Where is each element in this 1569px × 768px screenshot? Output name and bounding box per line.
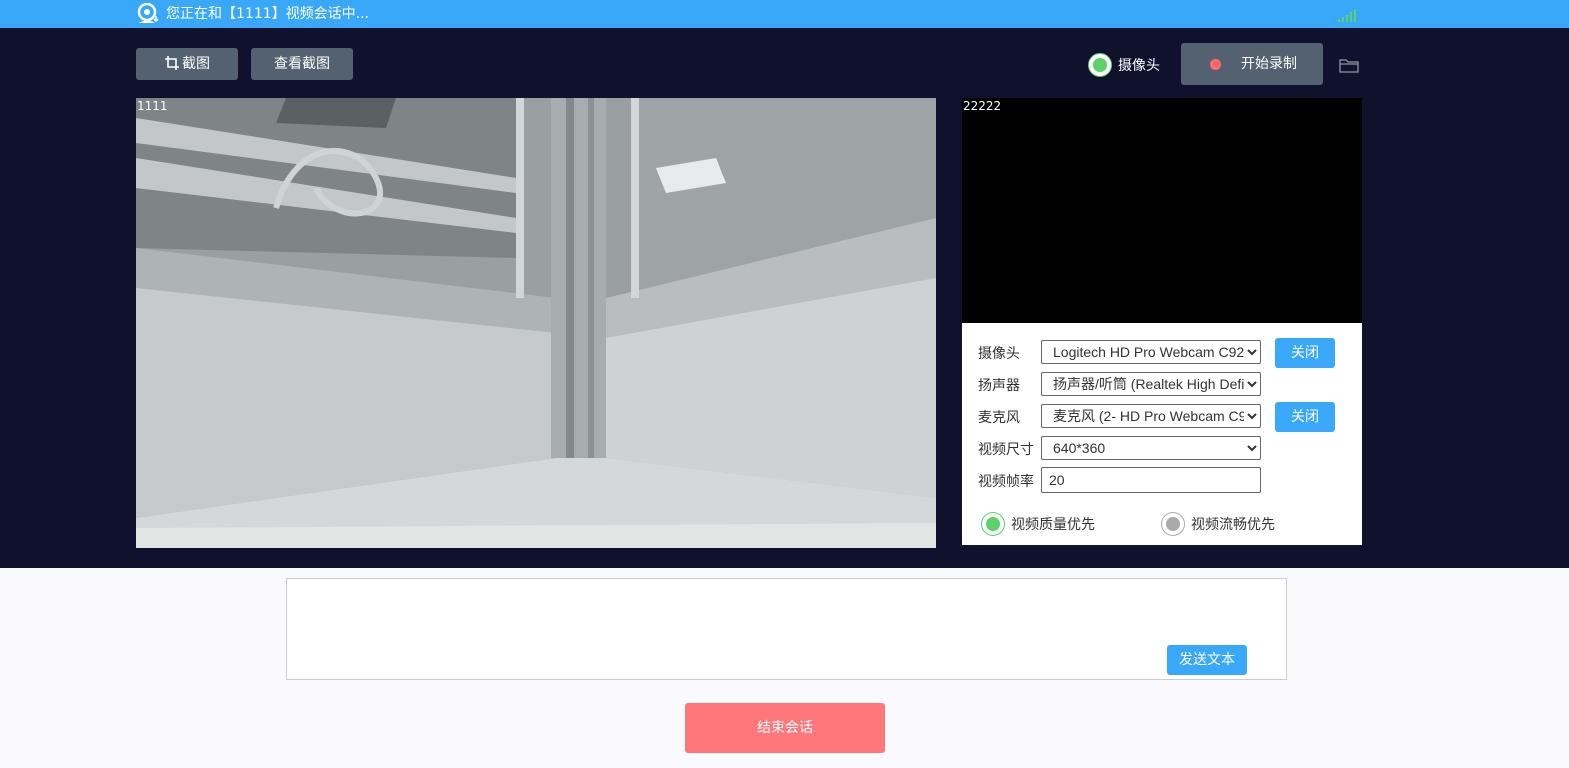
main-video: 1111 — [136, 98, 936, 548]
microphone-select[interactable]: 麦克风 (2- HD Pro Webcam C920) — [1041, 404, 1261, 428]
chat-input-box: 发送文本 — [286, 578, 1287, 680]
device-settings-panel: 摄像头 Logitech HD Pro Webcam C920 关闭 扬声器 扬… — [962, 323, 1362, 545]
speaker-select[interactable]: 扬声器/听筒 (Realtek High Definition Audio) — [1041, 372, 1261, 396]
view-screenshots-button[interactable]: 查看截图 — [251, 48, 353, 80]
quality-priority-option[interactable]: 视频质量优先 — [981, 512, 1095, 536]
chat-textarea[interactable] — [287, 579, 1286, 679]
camera-select[interactable]: Logitech HD Pro Webcam C920 — [1041, 340, 1261, 364]
camera-select-label: 摄像头 — [978, 346, 1020, 362]
view-screenshots-label: 查看截图 — [274, 56, 330, 72]
frame-rate-label: 视频帧率 — [978, 474, 1034, 490]
video-size-label: 视频尺寸 — [978, 442, 1034, 458]
camera-toggle[interactable]: 摄像头 — [1088, 53, 1160, 77]
camera-feed-image — [136, 98, 936, 548]
screenshot-button[interactable]: 截图 — [136, 48, 238, 80]
send-text-button[interactable]: 发送文本 — [1167, 645, 1247, 675]
smooth-priority-label: 视频流畅优先 — [1191, 517, 1275, 533]
folder-icon[interactable] — [1339, 57, 1359, 73]
local-video: 22222 — [962, 98, 1362, 323]
microphone-select-label: 麦克风 — [978, 410, 1020, 426]
camera-close-button[interactable]: 关闭 — [1275, 338, 1335, 368]
session-status-text: 您正在和【1111】视频会话中... — [166, 6, 369, 22]
frame-rate-input[interactable] — [1041, 467, 1261, 493]
smooth-priority-radio[interactable] — [1161, 512, 1185, 536]
screenshot-button-label: 截图 — [182, 56, 210, 72]
end-session-button[interactable]: 结束会话 — [685, 703, 885, 753]
signal-bars-icon — [1338, 9, 1356, 22]
local-video-label: 22222 — [963, 99, 1002, 113]
start-recording-button[interactable]: 开始录制 — [1181, 43, 1323, 85]
webcam-icon — [137, 3, 159, 23]
camera-toggle-indicator[interactable] — [1088, 53, 1112, 77]
video-stage: 截图 查看截图 摄像头 开始录制 1111 22222 摄像头 Logitech… — [0, 28, 1569, 568]
start-recording-label: 开始录制 — [1241, 56, 1297, 72]
quality-priority-radio[interactable] — [981, 512, 1005, 536]
top-bar: 您正在和【1111】视频会话中... — [0, 0, 1569, 28]
quality-priority-label: 视频质量优先 — [1011, 517, 1095, 533]
microphone-close-button[interactable]: 关闭 — [1275, 402, 1335, 432]
speaker-select-label: 扬声器 — [978, 378, 1020, 394]
smooth-priority-option[interactable]: 视频流畅优先 — [1161, 512, 1275, 536]
video-size-select[interactable]: 640*360 — [1041, 436, 1261, 460]
main-video-label: 1111 — [137, 99, 168, 113]
record-dot-icon — [1210, 59, 1221, 70]
camera-toggle-label: 摄像头 — [1118, 58, 1160, 74]
crop-icon — [165, 56, 179, 70]
